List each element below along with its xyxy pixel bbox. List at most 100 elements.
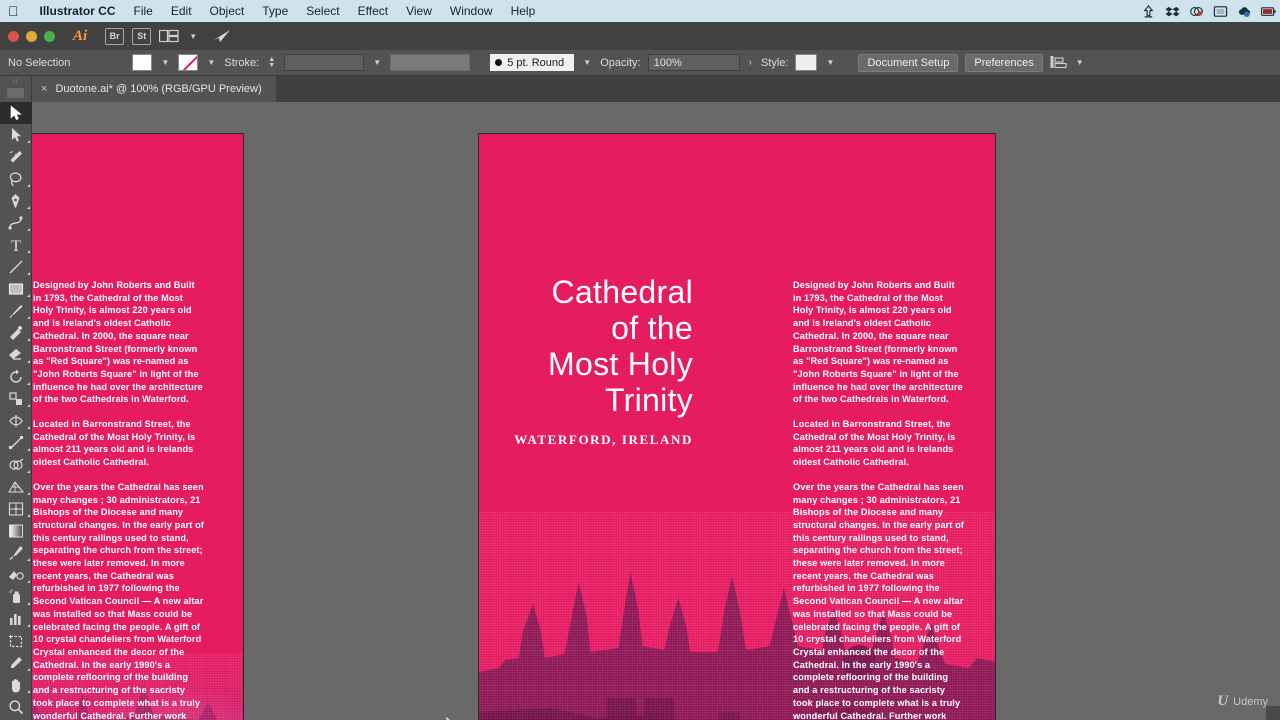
minimize-window-button[interactable]: [26, 30, 37, 42]
menu-item-type[interactable]: Type: [253, 4, 297, 18]
tools-panel-grip[interactable]: ⁝⁝: [0, 76, 31, 88]
preferences-button[interactable]: Preferences: [965, 53, 1043, 72]
document-tab-title: Duotone.ai* @ 100% (RGB/GPU Preview): [55, 83, 262, 95]
battery-icon[interactable]: [1261, 4, 1276, 19]
udemy-label: Udemy: [1233, 695, 1268, 708]
scrollbar-corner: [1266, 706, 1280, 720]
poster-title-block: Cathedral of the Most Holy Trinity WATER…: [479, 274, 693, 448]
width-tool[interactable]: [0, 410, 32, 432]
arrange-chevron-down-icon[interactable]: ▼: [189, 32, 197, 41]
fill-chevron-down-icon[interactable]: ▼: [159, 54, 171, 71]
curvature-tool[interactable]: [0, 212, 32, 234]
title-line-4: Trinity: [604, 382, 693, 418]
paragraph-2: Located in Barronstrand Street, the Cath…: [793, 419, 956, 468]
align-chevron-down-icon[interactable]: ▼: [1074, 54, 1086, 71]
perspective-grid-tool[interactable]: [0, 476, 32, 498]
svg-text:T: T: [11, 238, 21, 253]
column-graph-tool[interactable]: [0, 608, 32, 630]
menu-item-edit[interactable]: Edit: [162, 4, 201, 18]
free-transform-tool[interactable]: [0, 432, 32, 454]
opacity-value-field[interactable]: 100%: [647, 54, 740, 71]
title-line-2: of the: [611, 310, 693, 346]
artboard-tool[interactable]: [0, 630, 32, 652]
upload-icon[interactable]: [1141, 4, 1156, 19]
paragraph-1: Designed by John Roberts and Built in 17…: [793, 280, 963, 405]
rectangle-tool[interactable]: [0, 278, 32, 300]
shape-builder-tool[interactable]: [0, 454, 32, 476]
stroke-chevron-down-icon[interactable]: ▼: [205, 54, 217, 71]
hand-tool[interactable]: [0, 674, 32, 696]
align-objects-icon[interactable]: [1050, 55, 1067, 70]
stroke-color-swatch[interactable]: [178, 54, 199, 71]
document-tab-duotone[interactable]: × Duotone.ai* @ 100% (RGB/GPU Preview): [32, 76, 276, 102]
menu-item-effect[interactable]: Effect: [349, 4, 397, 18]
arrange-documents-icon[interactable]: [159, 29, 179, 43]
graphic-style-swatch[interactable]: [795, 54, 818, 71]
direct-selection-tool[interactable]: [0, 124, 32, 146]
apple-logo-icon[interactable]: : [8, 4, 19, 18]
menu-item-file[interactable]: File: [125, 4, 162, 18]
line-segment-tool[interactable]: [0, 256, 32, 278]
stock-button[interactable]: St: [132, 27, 152, 45]
selection-status-label: No Selection: [8, 56, 71, 69]
menu-item-view[interactable]: View: [397, 4, 441, 18]
symbol-sprayer-tool[interactable]: [0, 586, 32, 608]
selection-tool[interactable]: [0, 102, 32, 124]
close-icon[interactable]: ×: [41, 83, 47, 95]
style-chevron-down-icon[interactable]: ▼: [824, 54, 836, 71]
bridge-button[interactable]: Br: [105, 27, 125, 45]
display-icon[interactable]: [1213, 4, 1228, 19]
gradient-tool[interactable]: [0, 520, 32, 542]
close-window-button[interactable]: [8, 30, 19, 42]
scale-tool[interactable]: [0, 388, 32, 410]
menu-item-select[interactable]: Select: [297, 4, 348, 18]
menu-item-window[interactable]: Window: [441, 4, 502, 18]
slice-tool[interactable]: [0, 652, 32, 674]
document-setup-button[interactable]: Document Setup: [858, 53, 959, 72]
zoom-tool[interactable]: [0, 696, 32, 718]
menu-app-name[interactable]: Illustrator CC: [31, 4, 125, 18]
canvas-area[interactable]: Designed by John Roberts and Built in 17…: [32, 102, 1280, 720]
rotate-tool[interactable]: [0, 366, 32, 388]
brush-chevron-down-icon[interactable]: ▼: [581, 54, 593, 71]
menu-item-help[interactable]: Help: [502, 4, 545, 18]
eraser-tool[interactable]: [0, 344, 32, 366]
paintbrush-tool[interactable]: [0, 300, 32, 322]
body-text-column-left: Designed by John Roberts and Built in 17…: [33, 279, 205, 720]
illustrator-window:  Illustrator CC File Edit Object Type S…: [0, 0, 1280, 720]
magic-wand-tool[interactable]: [0, 146, 32, 168]
stroke-style-chevron-down-icon[interactable]: ▼: [371, 54, 383, 71]
lasso-tool[interactable]: [0, 168, 32, 190]
opacity-label: Opacity:: [600, 56, 641, 69]
mesh-tool[interactable]: [0, 498, 32, 520]
stroke-weight-label: Stroke:: [224, 56, 260, 69]
artboard-main[interactable]: Cathedral of the Most Holy Trinity WATER…: [478, 133, 996, 720]
brush-definition-field[interactable]: 5 pt. Round: [490, 54, 575, 71]
stroke-weight-stepper[interactable]: ▲ ▼: [266, 55, 277, 71]
illustrator-logo-icon: Ai: [73, 27, 88, 44]
macos-menu-bar:  Illustrator CC File Edit Object Type S…: [0, 0, 1280, 22]
colorsync-icon[interactable]: [1189, 4, 1204, 19]
share-plane-icon[interactable]: [213, 29, 231, 43]
menu-item-object[interactable]: Object: [201, 4, 254, 18]
artboard-left[interactable]: Designed by John Roberts and Built in 17…: [32, 133, 244, 720]
blend-tool[interactable]: [0, 564, 32, 586]
fill-color-swatch[interactable]: [132, 54, 153, 71]
zoom-window-button[interactable]: [44, 30, 55, 42]
blob-brush-tool[interactable]: [0, 322, 32, 344]
paragraph-3: Over the years the Cathedral has seen ma…: [33, 481, 204, 720]
dropbox-icon[interactable]: [1165, 4, 1180, 19]
stroke-profile-field[interactable]: [390, 54, 471, 71]
cloud-icon[interactable]: [1237, 4, 1252, 19]
body-text-column-main: Designed by John Roberts and Built in 17…: [793, 279, 965, 720]
type-tool[interactable]: T: [0, 234, 32, 256]
eyedropper-tool[interactable]: [0, 542, 32, 564]
application-title-bar: Ai Br St ▼: [0, 22, 1280, 50]
menu-bar-status-icons: [1141, 0, 1276, 22]
tools-panel-header[interactable]: [7, 88, 24, 98]
tools-panel: ⁝⁝ T: [0, 76, 32, 720]
stroke-weight-field[interactable]: [284, 54, 365, 71]
pen-tool[interactable]: [0, 190, 32, 212]
opacity-chevron-right-icon[interactable]: ›: [747, 57, 754, 68]
brush-preview-icon: [495, 59, 503, 66]
